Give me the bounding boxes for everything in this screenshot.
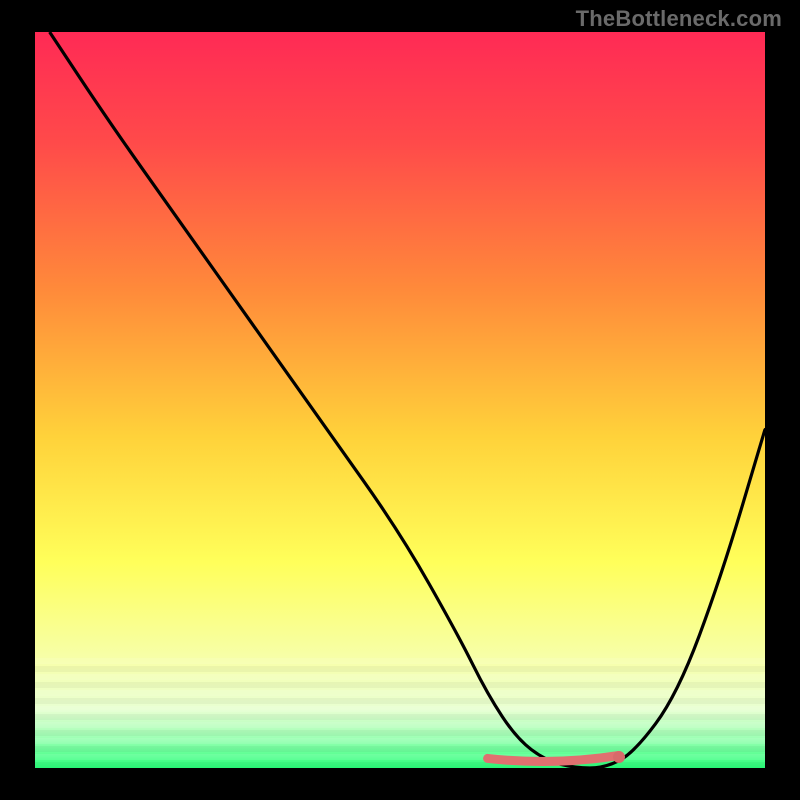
chart-container: TheBottleneck.com [0,0,800,800]
highlight-dot [613,751,625,763]
chart-svg [0,0,800,800]
watermark-text: TheBottleneck.com [576,6,782,32]
plot-area [35,32,765,768]
